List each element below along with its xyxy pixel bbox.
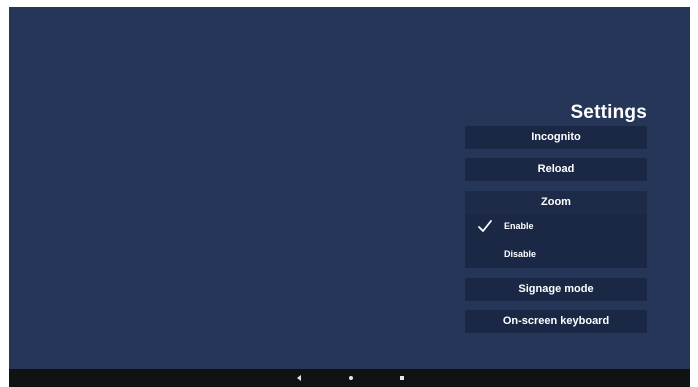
- zoom-button[interactable]: Zoom: [465, 191, 647, 214]
- recent-apps-icon[interactable]: [400, 376, 404, 380]
- incognito-button[interactable]: Incognito: [465, 126, 647, 149]
- home-icon[interactable]: [349, 376, 353, 380]
- zoom-option-enable[interactable]: Enable: [465, 217, 647, 239]
- zoom-option-disable[interactable]: Disable: [465, 245, 647, 267]
- checkmark-icon: [478, 220, 492, 232]
- signage-mode-button[interactable]: Signage mode: [465, 278, 647, 301]
- back-icon[interactable]: [297, 375, 301, 381]
- on-screen-keyboard-button[interactable]: On-screen keyboard: [465, 310, 647, 333]
- device-frame: Settings Incognito Reload Zoom Enable Di…: [0, 0, 698, 387]
- system-navigation-bar: [9, 369, 690, 387]
- reload-button[interactable]: Reload: [465, 158, 647, 181]
- zoom-option-label: Disable: [504, 249, 537, 259]
- zoom-option-label: Enable: [504, 221, 534, 231]
- settings-title: Settings: [570, 102, 647, 123]
- zoom-menu: Zoom Enable Disable: [465, 191, 647, 268]
